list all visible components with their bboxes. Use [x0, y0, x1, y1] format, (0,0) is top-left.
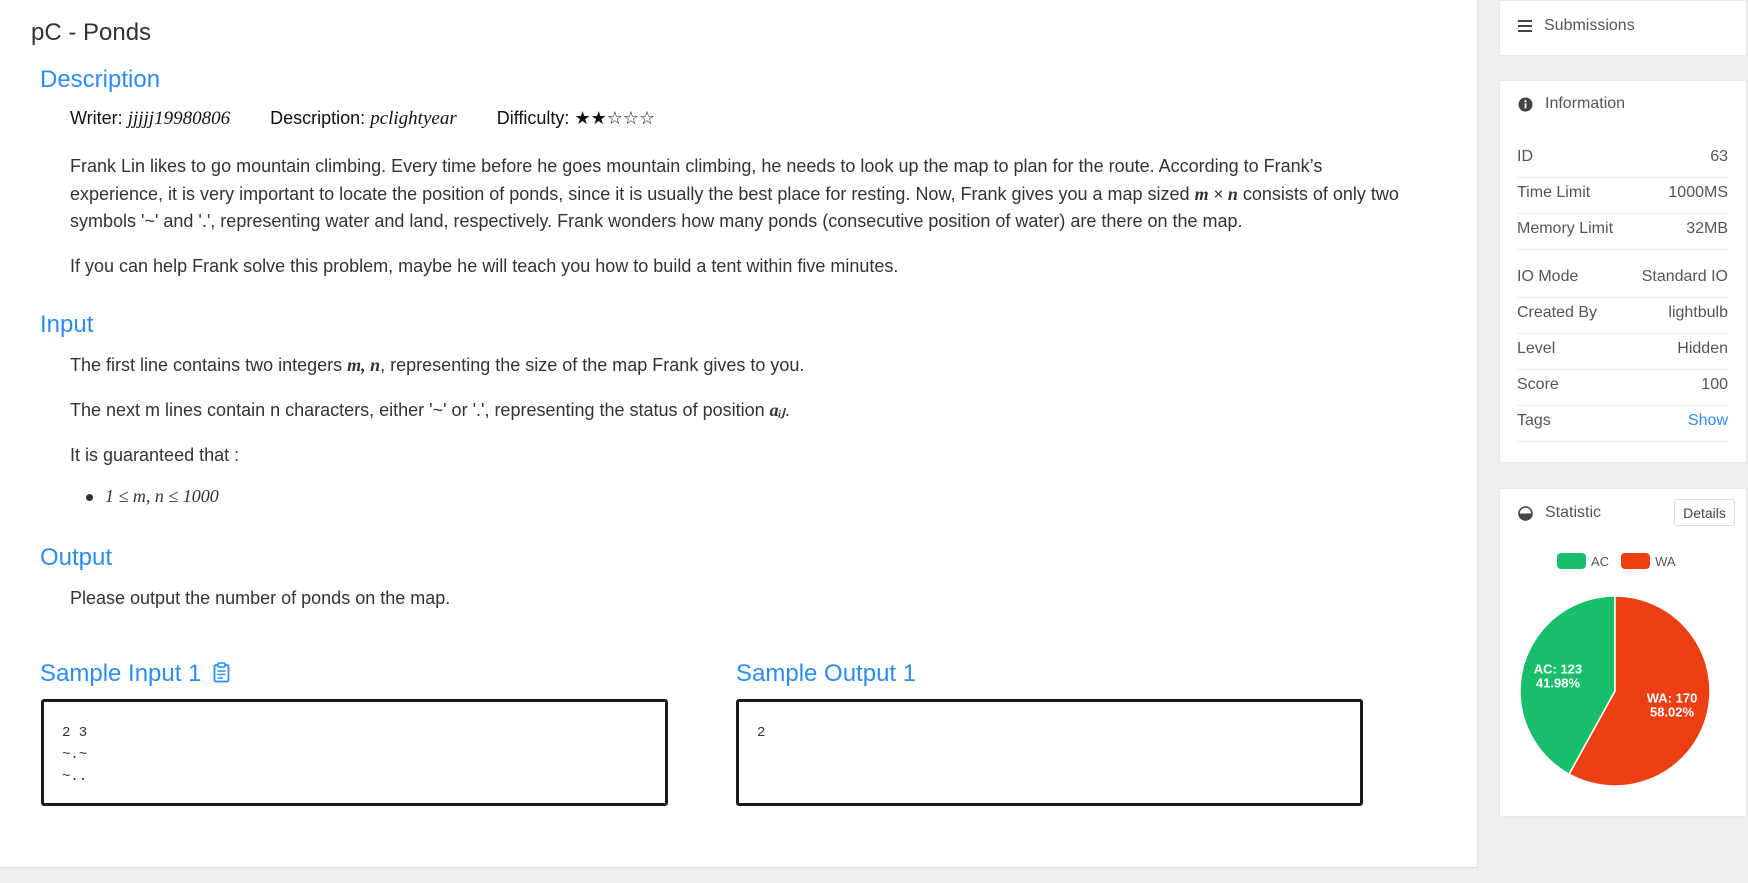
statistic-pie-chart: AC: 12341.98% WA: 17058.02% [1519, 595, 1711, 787]
information-card: Information ID 63 Time Limit 1000MS Memory… [1499, 80, 1747, 463]
info-key: Tags [1517, 412, 1551, 429]
statistic-header: Statistic [1518, 504, 1601, 522]
description-heading: Description [40, 66, 161, 93]
info-row-memory-limit: Memory Limit 32MB [1517, 220, 1728, 250]
output-text: Please output the number of ponds on the… [70, 588, 451, 608]
info-key: Score [1517, 376, 1559, 393]
submissions-label: Submissions [1544, 17, 1635, 34]
tags-show-link[interactable]: Show [1688, 412, 1728, 430]
pie-chart-icon [1518, 505, 1533, 521]
clipboard-icon[interactable] [213, 662, 230, 690]
info-row-time-limit: Time Limit 1000MS [1517, 184, 1728, 214]
description-paragraph: Frank Lin likes to go mountain climbing.… [70, 153, 1420, 236]
info-row-tags: Tags Show [1517, 412, 1728, 442]
legend-swatch-ac [1557, 553, 1586, 569]
submissions-link[interactable]: Submissions [1518, 17, 1635, 35]
constraint-item: 1 ≤ m, n ≤ 1000 [86, 486, 219, 507]
submissions-card[interactable]: Submissions [1499, 0, 1747, 56]
page-title: pC - Ponds [31, 19, 152, 46]
legend-label-ac: AC [1591, 553, 1610, 569]
pie-label-ac-count: AC: 123 [1534, 661, 1582, 676]
sample-output-box: 2 [736, 699, 1363, 806]
writer-value: jjjjj19980806 [127, 108, 231, 129]
information-label: Information [1545, 95, 1626, 112]
difficulty-label: Difficulty: [496, 108, 570, 128]
input-math-aij: aᵢⱼ [769, 400, 785, 420]
info-key: IO Mode [1517, 268, 1579, 285]
info-key: Level [1517, 340, 1556, 357]
description-text-a: Frank Lin likes to go mountain climbing.… [70, 156, 1323, 204]
info-key: ID [1517, 148, 1533, 165]
description-paragraph-2: If you can help Frank solve this problem… [70, 256, 899, 276]
input-text-b: , representing the size of the map Frank… [380, 355, 805, 375]
sample-input-heading: Sample Input 1 [40, 660, 230, 690]
info-key: Memory Limit [1517, 220, 1614, 237]
input-math-mn: m, n [347, 355, 381, 375]
info-value: 100 [1701, 376, 1728, 393]
problem-meta: Writer: jjjjj19980806 Description: pclig… [70, 108, 655, 130]
input-line-3: It is guaranteed that : [70, 445, 240, 465]
chart-legend: AC WA [1557, 553, 1676, 569]
statistic-label: Statistic [1545, 504, 1602, 521]
pie-label-ac-percent: 41.98% [1536, 675, 1581, 690]
info-value: Hidden [1677, 340, 1728, 357]
difficulty-stars: ★★☆☆☆ [574, 108, 656, 128]
map-size-math: m × n [1194, 183, 1238, 204]
menu-icon [1518, 20, 1532, 32]
input-line-1: The first line contains two integers m, … [70, 352, 804, 380]
info-value: 63 [1710, 148, 1728, 165]
description-label: Description: [270, 108, 366, 128]
input-text-c: The next m lines contain n characters, e… [70, 400, 770, 420]
pie-label-wa-count: WA: 170 [1647, 691, 1698, 706]
problem-panel: pC - Ponds Description Writer: jjjjj1998… [0, 0, 1478, 868]
constraint-text: 1 ≤ m, n ≤ 1000 [105, 486, 219, 506]
info-key: Time Limit [1517, 184, 1591, 201]
info-row-created-by: Created By lightbulb [1517, 304, 1728, 334]
pie-label-wa-percent: 58.02% [1650, 705, 1695, 720]
sample-input-box: 2 3 ~.~ ~.. [41, 699, 668, 806]
description-author: pclightyear [370, 108, 457, 129]
output-heading: Output [40, 544, 113, 571]
writer-label: Writer: [70, 108, 123, 128]
info-value: 1000MS [1668, 184, 1728, 201]
information-header: Information [1518, 95, 1625, 113]
sample-input-title: Sample Input 1 [40, 660, 202, 687]
info-key: Created By [1517, 304, 1598, 321]
info-row-io-mode: IO Mode Standard IO [1517, 268, 1728, 298]
legend-label-wa: WA [1655, 553, 1676, 569]
info-value: Standard IO [1641, 268, 1728, 285]
info-row-id: ID 63 [1517, 148, 1728, 178]
input-text-a: The first line contains two integers [70, 355, 348, 375]
input-text-d: . [784, 400, 790, 420]
sample-output-heading: Sample Output 1 [736, 660, 917, 687]
info-row-score: Score 100 [1517, 376, 1728, 406]
info-icon [1518, 97, 1533, 111]
details-button[interactable]: Details [1674, 499, 1735, 526]
info-value: 32MB [1686, 220, 1728, 237]
legend-swatch-wa [1621, 553, 1651, 569]
input-line-2: The next m lines contain n characters, e… [70, 397, 790, 425]
input-heading: Input [40, 311, 94, 338]
info-row-level: Level Hidden [1517, 340, 1728, 370]
info-value: lightbulb [1668, 304, 1728, 321]
